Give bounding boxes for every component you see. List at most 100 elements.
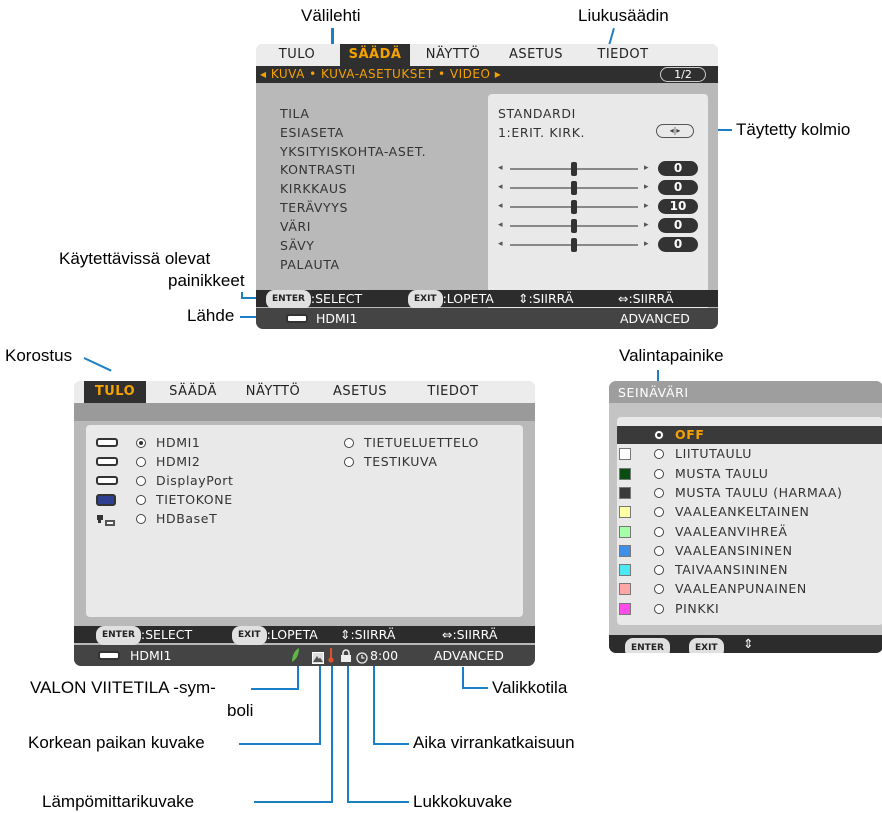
enter-key-badge: ENTER bbox=[266, 290, 311, 309]
wall-color-option-label[interactable]: VAALEANPUNAINEN bbox=[675, 581, 807, 596]
input-radio[interactable] bbox=[136, 514, 146, 524]
tila-value: STANDARDI bbox=[498, 106, 576, 121]
exit-key-badge: EXIT bbox=[408, 290, 443, 309]
kontrasti-left-arrow-icon[interactable]: ◂ bbox=[498, 163, 503, 173]
callout-source: Lähde bbox=[187, 306, 235, 325]
input-option-label[interactable]: HDMI2 bbox=[156, 454, 200, 469]
savy-left-arrow-icon[interactable]: ◂ bbox=[498, 239, 503, 249]
kirkkaus-left-arrow-icon[interactable]: ◂ bbox=[498, 182, 503, 192]
input-radio[interactable] bbox=[136, 476, 146, 486]
color-swatch bbox=[619, 448, 631, 461]
callout-buttons-1: Käytettävissä olevat bbox=[59, 249, 211, 268]
wall-color-option-label[interactable]: VAALEANVIHREÄ bbox=[675, 524, 788, 539]
input-option-label[interactable]: HDBaseT bbox=[156, 511, 217, 526]
item-tila[interactable]: TILA bbox=[280, 106, 310, 121]
menu-wall-color: SEINÄVÄRI OFF LIITUTAULU MUSTA TAULU MUSTA … bbox=[609, 381, 882, 653]
esiaseta-value: 1:ERIT. KIRK. bbox=[498, 125, 586, 140]
kontrasti-slider-thumb[interactable] bbox=[571, 162, 577, 176]
select-hint: :SELECT bbox=[310, 291, 363, 306]
subtab-labels[interactable]: ◂ KUVA • KUVA-ASETUKSET • VIDEO ▸ bbox=[260, 67, 501, 81]
tab-info[interactable]: TIEDOT bbox=[584, 44, 662, 66]
callout-eco-1: VALON VIITETILA -sym- bbox=[30, 678, 216, 697]
teravyys-left-arrow-icon[interactable]: ◂ bbox=[498, 201, 503, 211]
wall-color-radio[interactable] bbox=[654, 603, 664, 614]
item-savy[interactable]: SÄVY bbox=[280, 238, 315, 253]
input-radio[interactable] bbox=[136, 438, 146, 448]
input-radio[interactable] bbox=[136, 457, 146, 467]
wall-color-option-label[interactable]: VAALEANSININEN bbox=[675, 543, 793, 558]
subtab-bar bbox=[74, 403, 535, 421]
callout-tab: Välilehti bbox=[301, 6, 361, 25]
tab-setup[interactable]: ASETUS bbox=[502, 44, 570, 66]
item-palauta[interactable]: PALAUTA bbox=[280, 257, 340, 272]
wall-color-option-label[interactable]: LIITUTAULU bbox=[675, 446, 752, 461]
teravyys-right-arrow-icon[interactable]: ▸ bbox=[644, 201, 649, 211]
tab-input[interactable]: TULO bbox=[266, 44, 328, 66]
wall-color-option-label[interactable]: MUSTA TAULU bbox=[675, 466, 769, 481]
wall-color-radio[interactable] bbox=[654, 545, 664, 556]
item-yksityiskohta[interactable]: YKSITYISKOHTA-ASET. bbox=[280, 144, 426, 159]
kirkkaus-right-arrow-icon[interactable]: ▸ bbox=[644, 182, 649, 192]
callout-triangle: Täytetty kolmio bbox=[736, 120, 851, 139]
eco-leaf-icon bbox=[290, 647, 300, 663]
color-swatch bbox=[619, 525, 631, 538]
source-name: HDMI1 bbox=[130, 648, 172, 663]
footer-buttons: ENTER:SELECT EXIT:LOPETA ⇕:SIIRRÄ ⇔:SIIR… bbox=[256, 290, 718, 309]
item-kontrasti[interactable]: KONTRASTI bbox=[280, 162, 356, 177]
callout-high-altitude: Korkean paikan kuvake bbox=[28, 733, 205, 752]
callout-menu-mode: Valikkotila bbox=[492, 678, 568, 697]
vari-left-arrow-icon[interactable]: ◂ bbox=[498, 220, 503, 230]
item-vari[interactable]: VÄRI bbox=[280, 219, 311, 234]
vari-slider-thumb[interactable] bbox=[571, 219, 577, 233]
tab-display[interactable]: NÄYTTÖ bbox=[416, 44, 490, 66]
wall-color-option-label[interactable]: MUSTA TAULU (HARMAA) bbox=[675, 485, 843, 500]
teravyys-slider-thumb[interactable] bbox=[571, 200, 577, 214]
exit-hint: :LOPETA bbox=[266, 627, 318, 642]
filled-triangle-selector[interactable]: ◂|▸ bbox=[656, 124, 694, 138]
wall-color-radio[interactable] bbox=[654, 526, 664, 537]
teravyys-value: 10 bbox=[658, 199, 698, 214]
hdmi-connector-icon bbox=[98, 651, 120, 660]
tab-input[interactable]: TULO bbox=[84, 381, 146, 403]
off-timer-value: 8:00 bbox=[370, 648, 399, 663]
color-swatch bbox=[619, 602, 631, 615]
kontrasti-right-arrow-icon[interactable]: ▸ bbox=[644, 163, 649, 173]
tab-setup[interactable]: ASETUS bbox=[326, 381, 394, 403]
color-swatch bbox=[619, 467, 631, 480]
input-radio[interactable] bbox=[136, 495, 146, 505]
color-swatch bbox=[619, 506, 631, 519]
callout-eco-2: boli bbox=[227, 701, 254, 720]
input-option-label[interactable]: HDMI1 bbox=[156, 435, 200, 450]
input-option-label[interactable]: TIETOKONE bbox=[156, 492, 233, 507]
wall-color-option-label[interactable]: VAALEANKELTAINEN bbox=[675, 504, 809, 519]
input-option-label[interactable]: TESTIKUVA bbox=[364, 454, 438, 469]
kirkkaus-slider-thumb[interactable] bbox=[571, 181, 577, 195]
color-swatch bbox=[619, 486, 631, 499]
exit-key-badge: EXIT bbox=[232, 626, 267, 645]
item-teravyys[interactable]: TERÄVYYS bbox=[280, 200, 348, 215]
item-kirkkaus[interactable]: KIRKKAUS bbox=[280, 181, 347, 196]
savy-right-arrow-icon[interactable]: ▸ bbox=[644, 239, 649, 249]
callout-lock: Lukkokuvake bbox=[413, 792, 513, 811]
wall-color-radio[interactable] bbox=[654, 487, 664, 498]
input-radio[interactable] bbox=[344, 457, 354, 467]
input-option-label[interactable]: DisplayPort bbox=[156, 473, 233, 488]
wall-color-option-label[interactable]: OFF bbox=[675, 427, 705, 442]
tab-display[interactable]: NÄYTTÖ bbox=[236, 381, 310, 403]
savy-slider-thumb[interactable] bbox=[571, 238, 577, 252]
tab-adjust[interactable]: SÄÄDÄ bbox=[340, 44, 410, 66]
enter-key-badge: ENTER bbox=[96, 626, 141, 645]
wall-color-radio[interactable] bbox=[654, 430, 664, 440]
vari-right-arrow-icon[interactable]: ▸ bbox=[644, 220, 649, 230]
tab-info[interactable]: TIEDOT bbox=[414, 381, 492, 403]
input-radio[interactable] bbox=[344, 438, 354, 448]
wall-color-option-label[interactable]: TAIVAANSININEN bbox=[675, 562, 788, 577]
tab-adjust[interactable]: SÄÄDÄ bbox=[158, 381, 228, 403]
move-updown-hint: ⇕:SIIRRÄ bbox=[518, 291, 574, 306]
wall-color-radio[interactable] bbox=[654, 468, 664, 479]
item-esiaseta[interactable]: ESIASETA bbox=[280, 125, 344, 140]
input-option-label[interactable]: TIETUELUETTELO bbox=[364, 435, 479, 450]
menu-mode: ADVANCED bbox=[620, 311, 690, 326]
wall-color-option-label[interactable]: PINKKI bbox=[675, 601, 719, 616]
high-altitude-icon bbox=[312, 649, 324, 664]
